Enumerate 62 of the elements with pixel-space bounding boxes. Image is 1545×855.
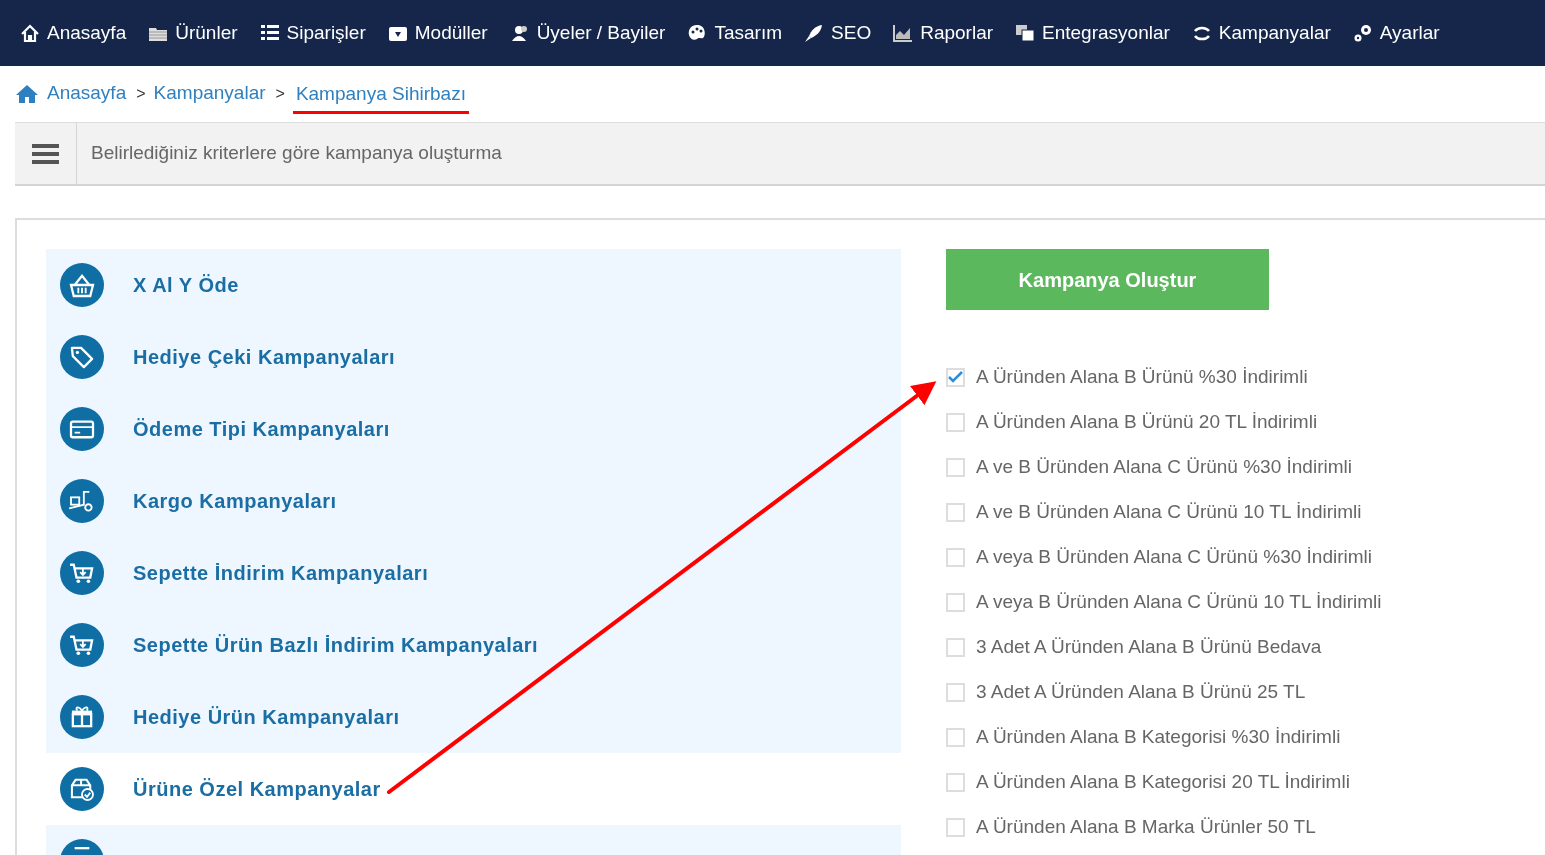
chart-icon xyxy=(893,23,914,43)
checkbox[interactable] xyxy=(946,727,965,747)
palette-icon xyxy=(687,23,708,43)
basket-icon xyxy=(60,263,104,307)
page-description: Belirlediğiniz kriterlere göre kampanya oluşturma xyxy=(90,141,502,166)
campaign-type-item[interactable]: Sepette İndirim Kampanyaları xyxy=(46,537,901,609)
checkbox[interactable] xyxy=(946,592,965,612)
home-icon xyxy=(15,84,39,104)
nav-link[interactable]: Siparişler xyxy=(259,18,366,48)
campaign-option[interactable]: A veya B Üründen Alana C Ürünü 10 TL İndirimli xyxy=(946,590,1382,614)
nav-link[interactable]: Tasarım xyxy=(687,18,783,48)
campaign-type-item[interactable]: Hediye Çeki Kampanyaları xyxy=(46,321,901,393)
checkbox[interactable] xyxy=(946,367,965,387)
campaign-option[interactable]: 3 Adet A Üründen Alana B Ürünü Bedava xyxy=(946,635,1382,659)
campaign-option[interactable]: A Üründen Alana B Ürünü 20 TL İndirimli xyxy=(946,410,1382,434)
campaign-option[interactable]: A ve B Üründen Alana C Ürünü %30 İndirimli xyxy=(946,455,1382,479)
menu-icon xyxy=(32,143,59,164)
cart-icon xyxy=(60,551,104,595)
campaign-type-item[interactable]: Sepette Ürün Bazlı İndirim Kampanyaları xyxy=(46,609,901,681)
breadcrumb-separator: > xyxy=(275,84,285,104)
campaign-option[interactable]: A veya B Üründen Alana C Ürünü %30 İndirimli xyxy=(946,545,1382,569)
breadcrumb-separator: > xyxy=(136,84,146,104)
nav-link[interactable]: Ürünler xyxy=(148,18,238,48)
campaign-option[interactable]: A ve B Üründen Alana C Ürünü 10 TL İndirimli xyxy=(946,500,1382,524)
box-check-icon xyxy=(60,767,104,811)
checkbox[interactable] xyxy=(946,637,965,657)
checkbox[interactable] xyxy=(946,772,965,792)
gift-icon xyxy=(60,695,104,739)
campaign-type-item[interactable]: Ödeme Tipi Kampanyaları xyxy=(46,393,901,465)
breadcrumb-link[interactable]: Anasayfa xyxy=(47,78,127,110)
nav-link[interactable]: Kampanyalar xyxy=(1191,18,1331,48)
nav-link[interactable]: Modüller xyxy=(387,18,488,48)
checkbox[interactable] xyxy=(946,817,965,837)
checkbox[interactable] xyxy=(946,547,965,567)
checkbox[interactable] xyxy=(946,682,965,702)
campaign-option[interactable]: A Üründen Alana B Ürünü %30 İndirimli xyxy=(946,365,1382,389)
list-icon xyxy=(259,23,280,43)
campaign-option[interactable]: A Üründen Alana B Marka Ürünler 50 TL xyxy=(946,815,1382,839)
tag-icon xyxy=(60,335,104,379)
home-icon xyxy=(20,23,40,43)
nav-link[interactable]: Ayarlar xyxy=(1352,18,1440,48)
campaign-option[interactable]: A Üründen Alana B Kategorisi %30 İndirimli xyxy=(946,725,1382,749)
campaign-type-item[interactable]: Hediye Ürün Kampanyaları xyxy=(46,681,901,753)
windows-icon xyxy=(1015,23,1036,43)
checkbox[interactable] xyxy=(946,412,965,432)
hand-truck-icon xyxy=(60,479,104,523)
campaign-option[interactable]: 3 Adet A Üründen Alana B Ürünü 25 TL xyxy=(946,680,1382,704)
cart-icon xyxy=(60,623,104,667)
nav-link[interactable]: Üyeler / Bayiler xyxy=(509,18,666,48)
breadcrumb-link[interactable]: Kampanyalar xyxy=(153,78,266,110)
card-icon xyxy=(60,407,104,451)
breadcrumb-link[interactable]: Kampanya Sihirbazı xyxy=(292,80,469,114)
users-icon xyxy=(509,23,530,43)
nav-link[interactable]: SEO xyxy=(804,18,872,48)
checkbox[interactable] xyxy=(946,502,965,522)
campaign-type-item[interactable]: Kargo Kampanyaları xyxy=(46,465,901,537)
campaign-option[interactable]: A Üründen Alana B Kategorisi 20 TL İndirimli xyxy=(946,770,1382,794)
nav-link[interactable]: Entegrasyonlar xyxy=(1015,18,1170,48)
nav-link[interactable]: Anasayfa xyxy=(20,18,127,48)
checkbox[interactable] xyxy=(946,457,965,477)
campaign-type-item[interactable]: X Al Y Öde xyxy=(46,249,901,321)
nav-link[interactable]: Raporlar xyxy=(893,18,994,48)
